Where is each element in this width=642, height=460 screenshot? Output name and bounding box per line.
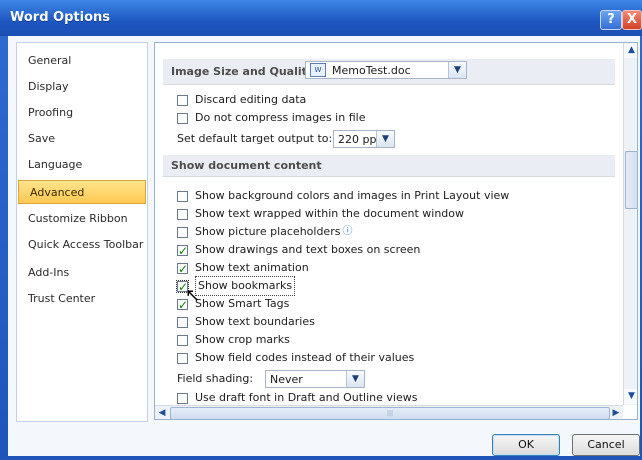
info-icon[interactable]: ⓘ (342, 223, 352, 241)
window-title: Word Options (10, 10, 111, 25)
target-output-value: 220 ppi (338, 132, 380, 146)
option-row[interactable]: Show drawings and text boxes on screen (177, 241, 421, 260)
chevron-down-icon: ▼ (346, 371, 364, 387)
scroll-thumb[interactable]: ||| (170, 407, 610, 419)
chevron-down-icon: ▼ (376, 131, 394, 147)
nav-item-save[interactable]: Save (17, 127, 147, 151)
option-checkbox[interactable] (177, 208, 188, 220)
option-row[interactable]: Show field codes instead of their values (177, 349, 414, 367)
nav-item-proofing[interactable]: Proofing (17, 101, 147, 125)
scroll-down-icon[interactable]: ▼ (624, 389, 637, 404)
section-title: Show document content (171, 159, 322, 172)
discard-editing-label: Discard editing data (195, 93, 307, 106)
dialog-client: General Display Proofing Save Language A… (8, 36, 640, 456)
horizontal-scrollbar[interactable]: ◀ ||| ▶ (155, 405, 623, 419)
option-checkbox[interactable] (177, 316, 188, 328)
field-shading-value: Never (270, 372, 303, 386)
cancel-button[interactable]: Cancel (572, 434, 640, 456)
nav-item-language[interactable]: Language (17, 153, 147, 177)
scroll-left-icon[interactable]: ◀ (155, 406, 169, 419)
option-row[interactable]: Show picture placeholders ⓘ (177, 223, 352, 241)
option-row[interactable]: Show text wrapped within the document wi… (177, 205, 464, 223)
discard-editing-row[interactable]: Discard editing data (177, 91, 306, 109)
draft-font-checkbox[interactable] (177, 392, 188, 404)
option-row[interactable]: Show crop marks (177, 331, 290, 349)
field-shading-label: Field shading: (177, 372, 254, 385)
close-button[interactable]: X (622, 10, 642, 30)
no-compress-checkbox[interactable] (177, 112, 188, 124)
nav-item-add-ins[interactable]: Add-Ins (17, 261, 147, 285)
target-output-row: Set default target output to: (177, 130, 332, 148)
option-checkbox[interactable] (177, 334, 188, 346)
option-label: Show text wrapped within the document wi… (195, 207, 464, 220)
option-label: Show picture placeholders (195, 225, 341, 238)
option-label: Show Smart Tags (195, 297, 290, 310)
option-checkbox[interactable] (177, 190, 188, 202)
option-label: Show background colors and images in Pri… (195, 189, 510, 202)
option-checkbox[interactable] (177, 260, 188, 278)
field-shading-select[interactable]: Never ▼ (265, 370, 365, 388)
option-checkbox[interactable] (177, 352, 188, 364)
word-doc-icon: W (310, 63, 326, 77)
option-row[interactable]: Show text boundaries (177, 313, 315, 331)
nav-item-customize-ribbon[interactable]: Customize Ribbon (17, 207, 147, 231)
mouse-pointer-icon: ↖ (185, 285, 201, 306)
title-bar[interactable]: Word Options ? X (0, 0, 642, 36)
field-shading-row: Field shading: (177, 370, 253, 388)
options-nav: General Display Proofing Save Language A… (16, 42, 148, 422)
advanced-options-panel: Image Size and Quality W MemoTest.doc ▼ … (154, 42, 638, 420)
document-select[interactable]: W MemoTest.doc ▼ (305, 61, 467, 79)
no-compress-row[interactable]: Do not compress images in file (177, 109, 365, 127)
no-compress-label: Do not compress images in file (195, 111, 366, 124)
option-label: Show crop marks (195, 333, 290, 346)
discard-editing-checkbox[interactable] (177, 94, 188, 106)
option-label: Show drawings and text boxes on screen (195, 243, 421, 256)
option-row[interactable]: Show text animation (177, 259, 309, 278)
section-title: Image Size and Quality (171, 65, 315, 78)
option-label: Show text boundaries (195, 315, 315, 328)
nav-item-general[interactable]: General (17, 49, 147, 73)
option-checkbox[interactable] (177, 226, 188, 238)
option-label: Show field codes instead of their values (195, 351, 415, 364)
scroll-up-icon[interactable]: ▲ (624, 43, 637, 58)
target-output-label: Set default target output to: (177, 132, 333, 145)
document-select-value: MemoTest.doc (332, 63, 411, 77)
section-show-document-content: Show document content (163, 155, 615, 177)
option-label: Show bookmarks (195, 276, 296, 296)
scroll-right-icon[interactable]: ▶ (609, 406, 623, 419)
chevron-down-icon: ▼ (448, 62, 466, 78)
nav-item-quick-access-toolbar[interactable]: Quick Access Toolbar (17, 233, 147, 257)
vertical-scrollbar[interactable]: ▲ ▼ (623, 43, 637, 405)
nav-item-advanced[interactable]: Advanced (18, 180, 146, 204)
option-checkbox[interactable] (177, 242, 188, 260)
option-row[interactable]: Show background colors and images in Pri… (177, 187, 509, 205)
scroll-thumb[interactable] (625, 151, 637, 209)
target-output-select[interactable]: 220 ppi ▼ (333, 130, 395, 148)
nav-item-display[interactable]: Display (17, 75, 147, 99)
nav-item-trust-center[interactable]: Trust Center (17, 287, 147, 311)
ok-button[interactable]: OK (492, 434, 560, 456)
option-label: Show text animation (195, 261, 309, 274)
word-options-window: Word Options ? X General Display Proofin… (0, 0, 642, 460)
help-button[interactable]: ? (600, 10, 622, 30)
